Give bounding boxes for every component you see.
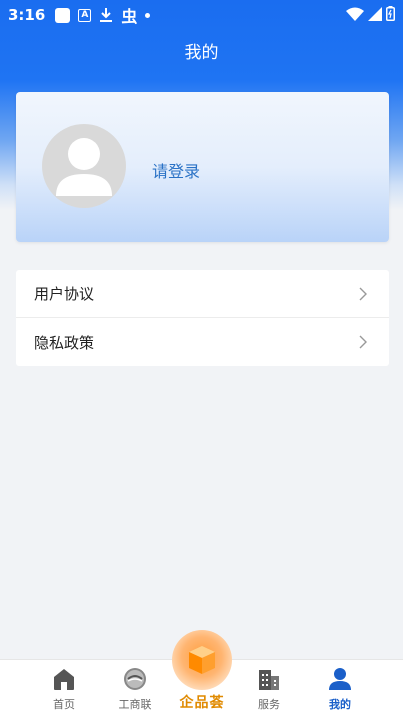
chevron-right-icon (359, 287, 367, 300)
profile-card[interactable]: 请登录 (16, 92, 389, 242)
page-title: 我的 (184, 43, 219, 63)
status-bar: 3:16 A 虫 (0, 0, 403, 30)
menu-item-label: 隐私政策 (34, 333, 95, 352)
chevron-right-icon (359, 335, 367, 349)
battery-icon (386, 5, 395, 25)
tab-home[interactable]: 首页 (34, 660, 94, 717)
featured-tab-label[interactable]: 企品荟 (168, 692, 236, 712)
tab-label: 首页 (53, 698, 75, 711)
tab-label: 工商联 (118, 698, 152, 711)
tab-label: 服务 (258, 698, 280, 711)
tab-federation[interactable]: 工商联 (105, 660, 165, 717)
signal-icon (368, 6, 382, 25)
federation-logo-icon (124, 668, 146, 690)
a-box-icon: A (78, 8, 92, 22)
menu-item-label: 用户协议 (34, 285, 95, 303)
box-icon (189, 646, 215, 674)
default-avatar-icon[interactable] (42, 124, 126, 208)
home-icon (54, 669, 74, 690)
tab-label: 我的 (329, 698, 351, 711)
menu-list: 用户协议 隐私政策 (16, 270, 389, 366)
user-icon (329, 668, 351, 690)
download-icon (99, 7, 113, 23)
square-app-icon (55, 7, 71, 23)
tab-service[interactable]: 服务 (239, 660, 299, 717)
menu-item-privacy-policy[interactable]: 隐私政策 (16, 318, 389, 366)
building-icon (259, 670, 279, 690)
bug-icon: 虫 (121, 7, 138, 26)
login-link[interactable]: 请登录 (152, 158, 200, 182)
tab-mine[interactable]: 我的 (310, 660, 370, 717)
status-time: 3:16 (8, 6, 46, 24)
featured-tab-button[interactable] (172, 630, 232, 690)
dot-icon (145, 12, 151, 18)
wifi-icon (346, 6, 364, 25)
menu-item-user-agreement[interactable]: 用户协议 (16, 270, 389, 318)
